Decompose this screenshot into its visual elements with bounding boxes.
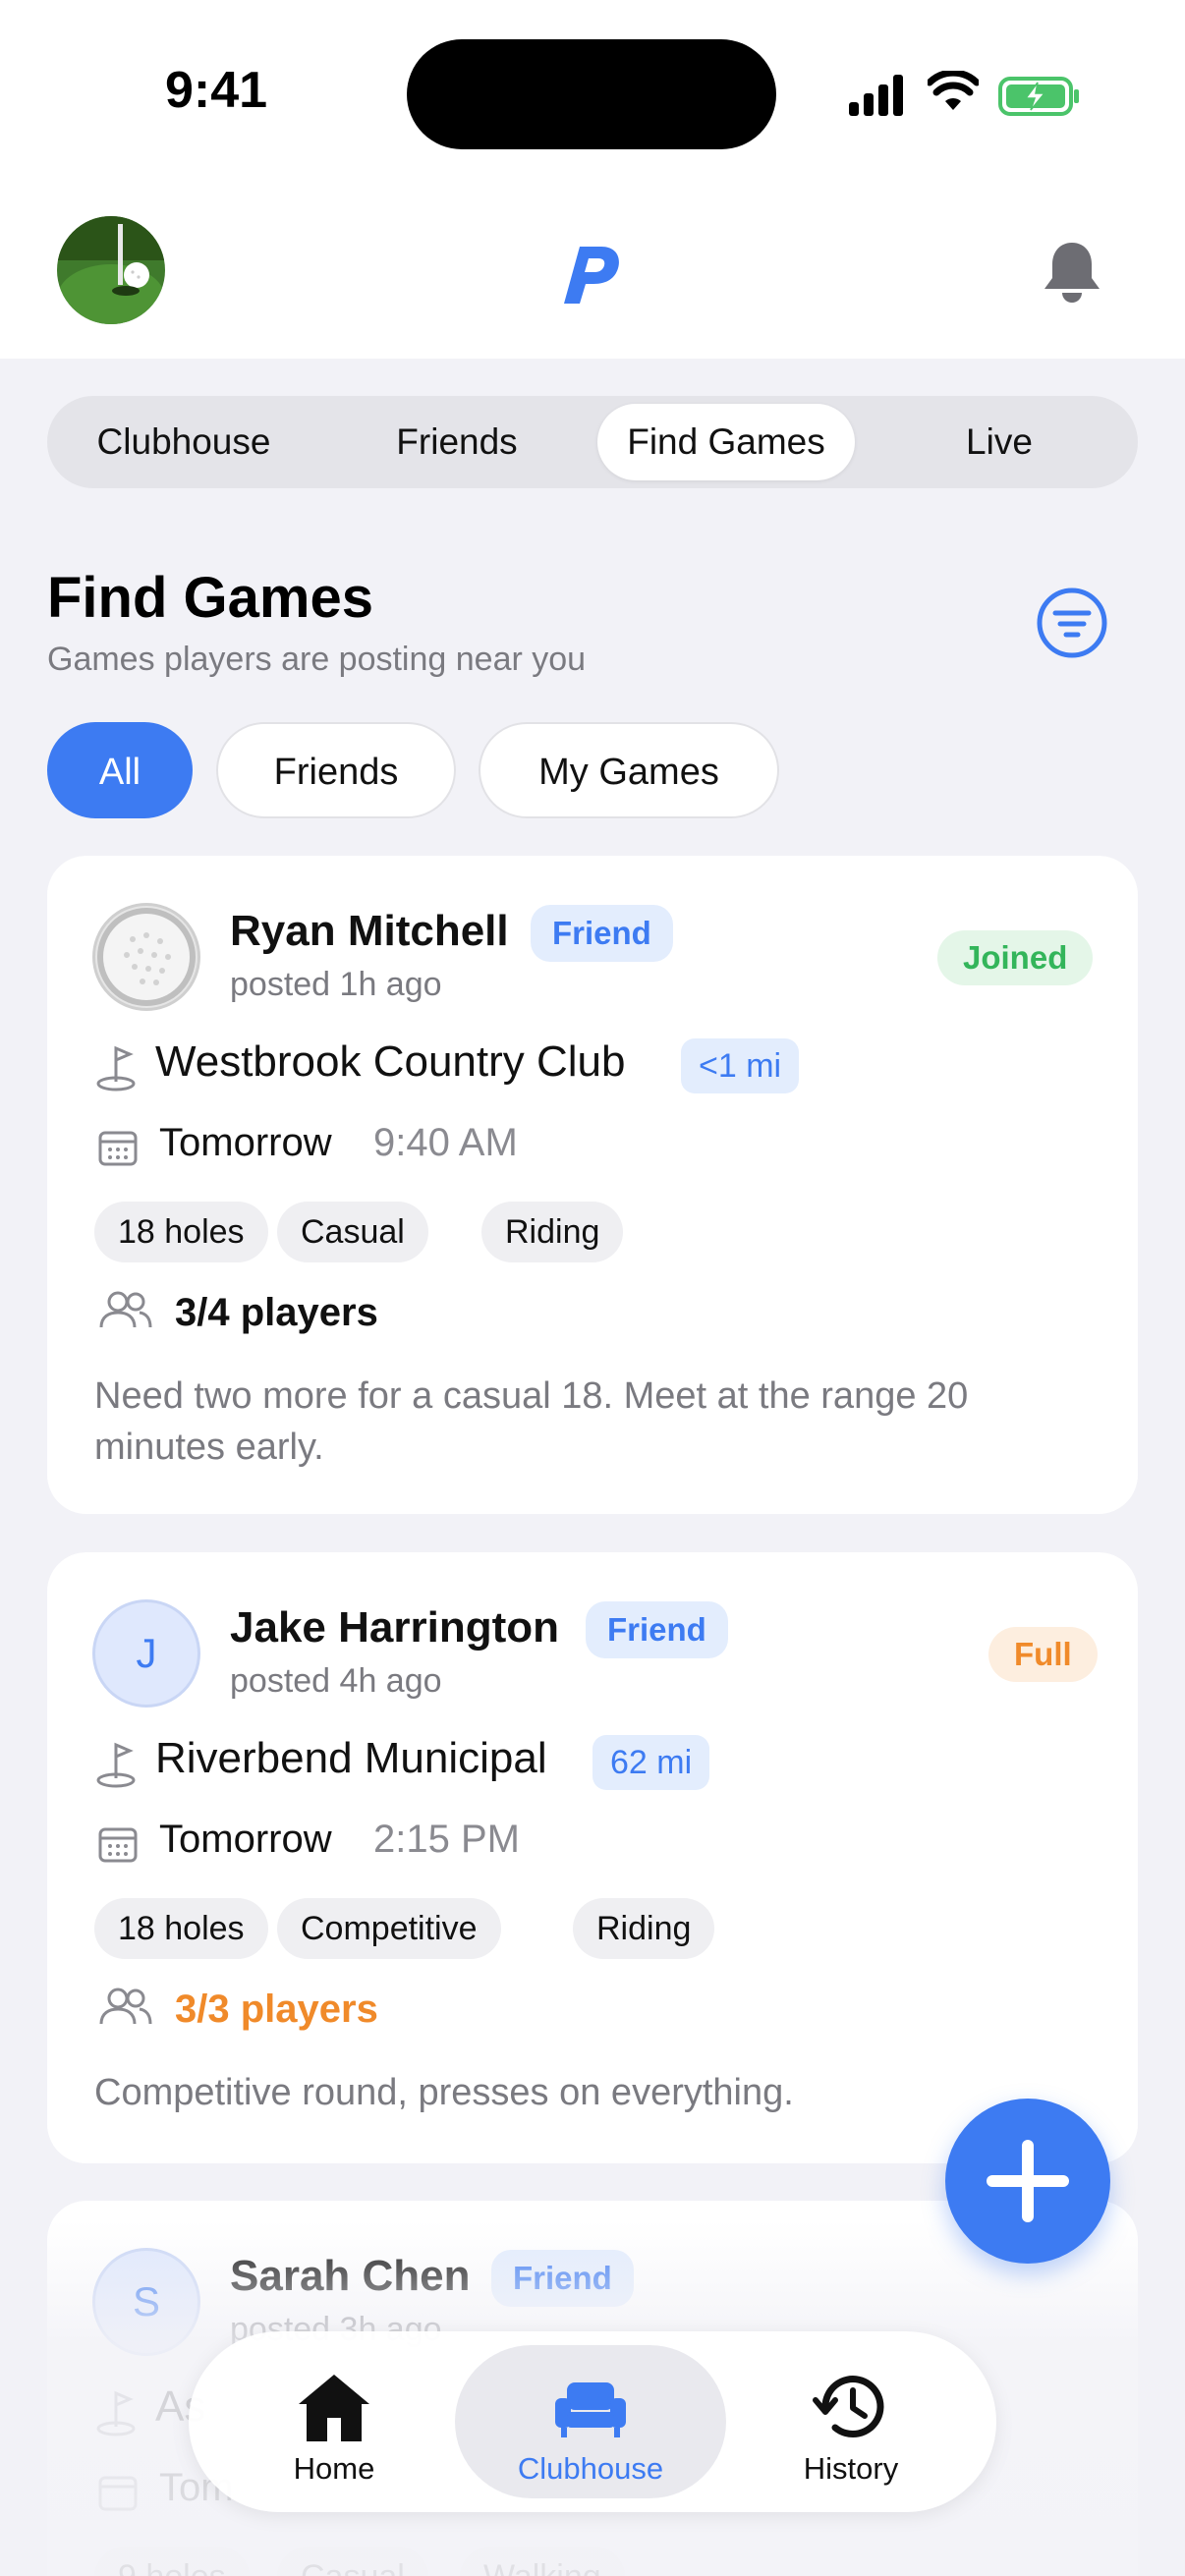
initial-avatar: S (92, 2248, 200, 2356)
wifi-icon (928, 71, 979, 110)
cellular-signal-icon (849, 75, 903, 116)
host-name: Sarah Chen (230, 2252, 471, 2300)
status-badge-joined: Joined (937, 930, 1094, 985)
calendar-icon (98, 1827, 138, 1863)
profile-avatar[interactable] (57, 216, 165, 324)
status-time: 9:41 (164, 62, 268, 119)
tab-live[interactable]: Live (871, 404, 1128, 480)
player-count: 3/4 players (175, 1291, 378, 1334)
tag-style: Casual (277, 1202, 428, 1262)
dynamic-island (407, 39, 776, 149)
host-name: Jake Harrington (230, 1603, 559, 1652)
distance-badge: <1 mi (681, 1038, 800, 1093)
nav-clubhouse[interactable]: Clubhouse (455, 2345, 726, 2498)
tag-transport: Walking (460, 2547, 625, 2576)
initial-avatar: J (92, 1599, 200, 1708)
app-header (0, 192, 1185, 359)
tag-transport: Riding (573, 1898, 715, 1959)
posted-time: posted 1h ago (230, 966, 442, 1003)
game-note: Need two more for a casual 18. Meet at t… (94, 1375, 969, 1468)
tag-holes: 9 holes (94, 2547, 250, 2576)
nav-history-label: History (803, 2451, 899, 2486)
filter-chip-friends[interactable]: Friends (216, 722, 456, 818)
game-note: Competitive round, presses on everything… (94, 2072, 794, 2113)
golf-ball-avatar (92, 903, 200, 1011)
tab-find-games[interactable]: Find Games (597, 404, 855, 480)
tag-transport: Riding (481, 1202, 624, 1262)
game-time: 2:15 PM (373, 1818, 520, 1861)
tag-style: Competitive (277, 1898, 501, 1959)
tab-clubhouse[interactable]: Clubhouse (55, 404, 312, 480)
tag-holes: 18 holes (94, 1898, 268, 1959)
posted-time: posted 4h ago (230, 1662, 442, 1700)
status-badge-full: Full (988, 1627, 1098, 1682)
bottom-tab-bar: Home Clubhouse History (189, 2331, 996, 2512)
game-card[interactable]: Ryan Mitchell Friend posted 1h ago Joine… (47, 856, 1138, 1514)
game-time: 9:40 AM (373, 1121, 518, 1164)
history-icon (813, 2376, 884, 2437)
filter-chip-my-games[interactable]: My Games (479, 722, 779, 818)
calendar-icon (98, 1131, 138, 1166)
game-day: Tomorrow (159, 1121, 332, 1164)
create-game-button[interactable] (945, 2099, 1110, 2264)
players-icon (99, 1988, 152, 2025)
golf-pin-icon (96, 2390, 136, 2436)
bell-icon[interactable] (1040, 239, 1104, 308)
golf-pin-icon (96, 1045, 136, 1092)
nav-clubhouse-label: Clubhouse (517, 2451, 664, 2486)
page-subtitle: Games players are posting near you (47, 641, 587, 678)
nav-history[interactable]: History (715, 2345, 987, 2498)
game-day: Tomorrow (159, 1818, 332, 1861)
plus-icon (987, 2140, 1069, 2222)
top-tab-bar: Clubhouse Friends Find Games Live (47, 396, 1138, 488)
status-bar: 9:41 (0, 0, 1185, 192)
distance-badge: 62 mi (592, 1735, 710, 1790)
host-name: Ryan Mitchell (230, 907, 509, 955)
home-icon (299, 2375, 369, 2441)
filter-icon[interactable] (1036, 587, 1108, 659)
tag-style: Casual (277, 2547, 428, 2576)
calendar-icon (98, 2476, 138, 2511)
sofa-icon (555, 2382, 626, 2437)
tab-friends[interactable]: Friends (328, 404, 586, 480)
game-card[interactable]: J Jake Harrington Friend posted 4h ago F… (47, 1552, 1138, 2163)
page-title: Find Games (47, 566, 373, 630)
golf-pin-icon (96, 1742, 136, 1788)
friend-badge: Friend (531, 905, 673, 962)
nav-home[interactable]: Home (198, 2345, 470, 2498)
player-count: 3/3 players (175, 1988, 378, 2031)
course-name: Westbrook Country Club (155, 1037, 626, 1086)
course-name: Riverbend Municipal (155, 1734, 547, 1782)
nav-home-label: Home (293, 2451, 375, 2486)
friend-badge: Friend (586, 1601, 728, 1658)
battery-charging-icon (998, 77, 1079, 116)
app-logo-icon (564, 247, 619, 304)
players-icon (99, 1291, 152, 1328)
filter-chip-all[interactable]: All (47, 722, 193, 818)
friend-badge: Friend (491, 2250, 634, 2307)
tag-holes: 18 holes (94, 1202, 268, 1262)
